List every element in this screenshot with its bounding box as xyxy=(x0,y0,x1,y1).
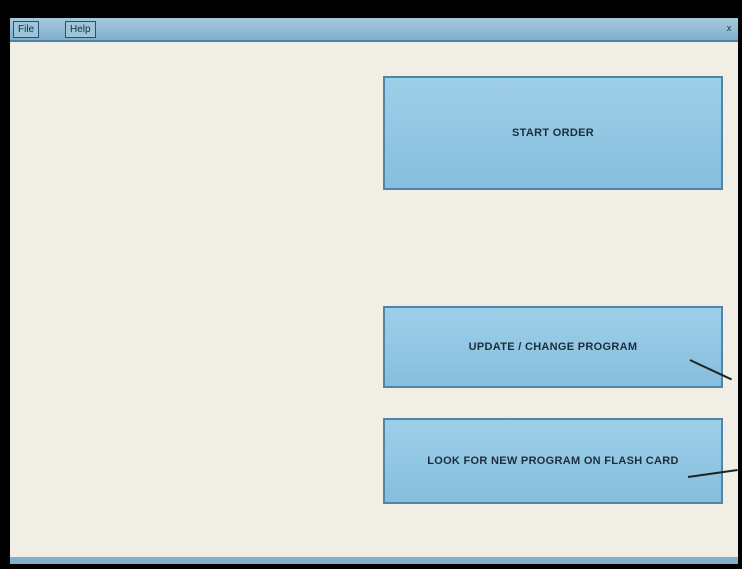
touch-screen: File Help x START ORDER UPDATE / CHANGE … xyxy=(10,18,738,564)
menu-help[interactable]: Help xyxy=(65,21,96,38)
menu-file[interactable]: File xyxy=(13,21,40,38)
start-order-button[interactable]: START ORDER xyxy=(383,76,723,190)
bottom-bar xyxy=(10,557,738,564)
menu-bar: File Help x xyxy=(10,18,738,42)
update-program-button[interactable]: UPDATE / CHANGE PROGRAM xyxy=(383,306,723,388)
look-for-new-program-button[interactable]: LOOK FOR NEW PROGRAM ON FLASH CARD xyxy=(383,418,723,504)
close-icon[interactable]: x xyxy=(724,22,734,34)
